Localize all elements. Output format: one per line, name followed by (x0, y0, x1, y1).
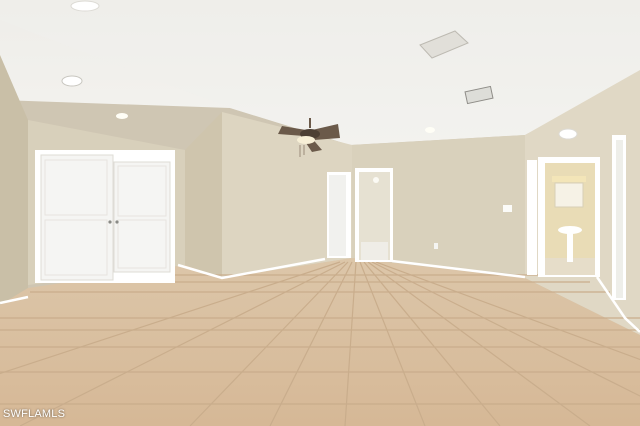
room-photo: SWFLAMLS (0, 0, 640, 426)
outlet (434, 243, 438, 249)
light-switch (503, 205, 512, 212)
right-door-frame (612, 135, 626, 300)
closet-doors (35, 150, 175, 283)
pillar-wall (185, 112, 222, 278)
watermark-text: SWFLAMLS (3, 408, 66, 420)
hall-doorway (327, 168, 393, 262)
room-illustration (0, 0, 640, 426)
